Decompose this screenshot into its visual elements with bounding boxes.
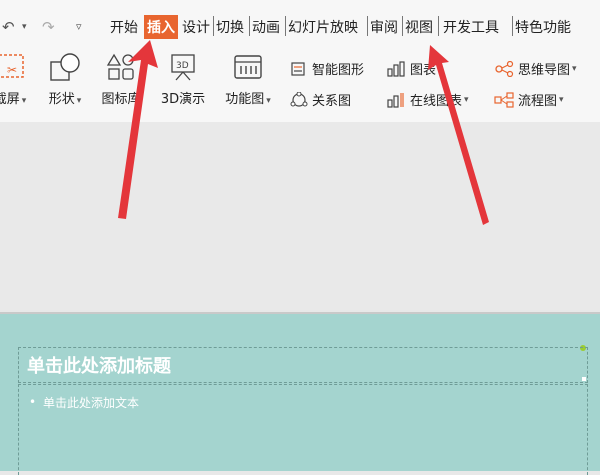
ribbon: ↶ ▾ ↷ ▿ 开始 插入 设计 切换 动画 幻灯片放映 审阅 视图 开发工具 …	[0, 0, 600, 122]
title-placeholder[interactable]: 单击此处添加标题	[18, 347, 588, 383]
mind-map-tool[interactable]: 思维导图 ▾	[494, 59, 577, 78]
tab-review[interactable]: 审阅	[370, 17, 398, 37]
function-chart-tool[interactable]: 功能图 ▾	[218, 52, 278, 107]
tab-design[interactable]: 设计	[182, 17, 210, 37]
tab-insert[interactable]: 插入	[144, 15, 178, 39]
tab-separator	[438, 16, 439, 36]
title-placeholder-text: 单击此处添加标题	[27, 356, 171, 377]
tab-slideshow[interactable]: 幻灯片放映	[288, 17, 358, 37]
3d-presentation-icon: 3D	[171, 54, 195, 81]
icon-library-tool[interactable]: 图标库	[94, 52, 148, 107]
tab-separator	[213, 16, 214, 36]
undo-dropdown-icon[interactable]: ▾	[22, 22, 27, 32]
customize-quick-access-icon[interactable]: ▿	[76, 20, 82, 33]
flowchart-icon	[494, 91, 514, 108]
relationship-chart-tool[interactable]: 关系图	[290, 90, 351, 109]
chart-label: 图表	[410, 63, 437, 78]
shape-tool[interactable]: 形状 ▾	[40, 52, 90, 107]
chevron-down-icon: ▾	[76, 96, 82, 106]
screenshot-icon: ✂	[0, 54, 24, 78]
editor-canvas-area[interactable]	[0, 122, 600, 310]
slide[interactable]: 单击此处添加标题 • 单击此处添加文本	[0, 312, 600, 475]
redo-icon[interactable]: ↷	[42, 18, 55, 36]
3d-demo-label: 3D演示	[160, 92, 206, 107]
tab-separator	[402, 16, 403, 36]
function-chart-icon	[234, 55, 262, 79]
text-placeholder[interactable]: • 单击此处添加文本	[18, 384, 588, 475]
smart-shape-tool[interactable]: 智能图形	[290, 59, 364, 78]
function-chart-label: 功能图	[225, 92, 265, 107]
tab-view[interactable]: 视图	[405, 17, 433, 37]
3d-demo-tool[interactable]: 3D 3D演示	[155, 52, 211, 107]
text-placeholder-text: 单击此处添加文本	[43, 396, 140, 410]
chevron-down-icon: ▾	[559, 94, 564, 105]
svg-text:3D: 3D	[176, 61, 189, 71]
chart-tool[interactable]: 图表	[386, 59, 436, 78]
shape-label: 形状	[48, 92, 75, 107]
online-chart-label: 在线图表	[410, 94, 463, 109]
online-chart-icon	[387, 92, 404, 108]
tab-home[interactable]: 开始	[110, 17, 138, 37]
tab-separator	[249, 16, 250, 36]
tab-developer[interactable]: 开发工具	[443, 17, 499, 37]
online-chart-tool[interactable]: 在线图表 ▾	[386, 90, 469, 109]
mind-map-label: 思维导图	[518, 63, 571, 78]
smart-shape-icon	[291, 61, 305, 76]
bar-chart-icon	[387, 60, 405, 77]
chevron-down-icon: ▾	[464, 94, 469, 105]
tab-animation[interactable]: 动画	[252, 17, 280, 37]
tab-special[interactable]: 特色功能	[515, 17, 571, 37]
chevron-down-icon: ▾	[266, 96, 271, 106]
flowchart-tool[interactable]: 流程图 ▾	[494, 90, 564, 109]
shape-icon	[50, 53, 80, 81]
tab-separator	[285, 16, 286, 36]
relationship-icon	[290, 91, 308, 107]
icon-library-label: 图标库	[101, 92, 141, 107]
icon-library-icon	[106, 53, 134, 80]
smart-shape-label: 智能图形	[312, 63, 365, 78]
mind-map-icon	[495, 60, 514, 77]
screenshot-label: 截屏	[0, 92, 20, 107]
tab-transitions[interactable]: 切换	[216, 17, 244, 37]
ribbon-tab-bar: ↶ ▾ ↷ ▿ 开始 插入 设计 切换 动画 幻灯片放映 审阅 视图 开发工具 …	[0, 12, 600, 40]
tab-separator	[367, 16, 368, 36]
svg-text:✂: ✂	[7, 63, 17, 77]
flowchart-label: 流程图	[518, 94, 558, 109]
bullet-point: •	[29, 395, 37, 409]
screenshot-tool[interactable]: ✂ 截屏 ▾	[0, 52, 38, 107]
relationship-label: 关系图	[312, 94, 352, 109]
chevron-down-icon: ▾	[572, 63, 577, 74]
undo-icon[interactable]: ↶	[2, 18, 15, 36]
chevron-down-icon: ▾	[21, 96, 27, 106]
tab-separator	[512, 16, 513, 36]
resize-handle[interactable]	[582, 377, 586, 381]
